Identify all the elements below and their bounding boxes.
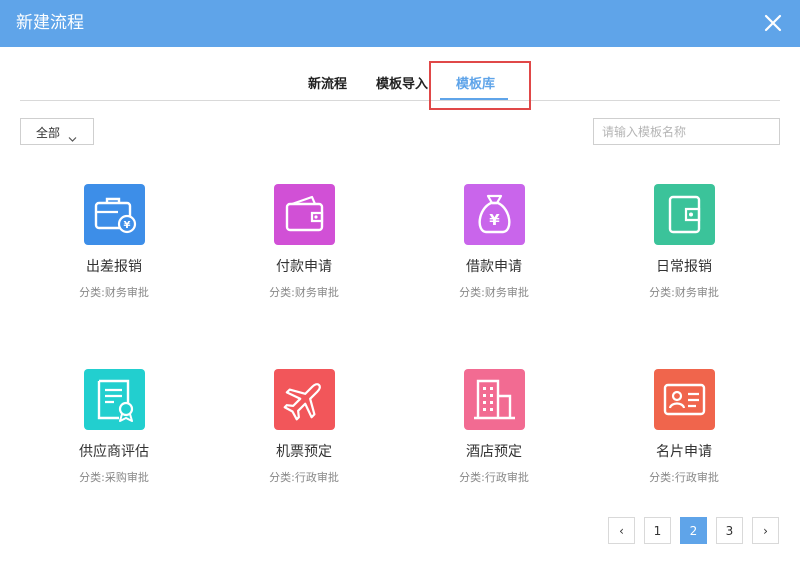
template-name: 付款申请	[276, 259, 332, 275]
close-icon[interactable]	[760, 10, 786, 36]
tab-bar: 新流程 模板导入 模板库	[20, 60, 780, 101]
highlight-annotation	[429, 61, 531, 110]
tab-template-import[interactable]: 模板导入	[376, 76, 428, 94]
template-category: 分类:财务审批	[459, 286, 529, 299]
template-card-supplier-evaluation[interactable]: 供应商评估 分类:采购审批	[34, 369, 194, 519]
next-page-button[interactable]: ›	[752, 517, 779, 544]
template-name: 酒店预定	[466, 444, 522, 460]
template-name: 出差报销	[86, 259, 142, 275]
template-category: 分类:行政审批	[269, 471, 339, 484]
template-card-travel-expense[interactable]: ¥ 出差报销 分类:财务审批	[34, 184, 194, 334]
page-1-button[interactable]: 1	[644, 517, 671, 544]
wallet-card-icon	[654, 184, 715, 245]
template-name: 机票预定	[276, 444, 332, 460]
page-3-button[interactable]: 3	[716, 517, 743, 544]
tab-new-flow[interactable]: 新流程	[308, 76, 347, 94]
template-search-input[interactable]	[593, 118, 780, 145]
template-name: 日常报销	[656, 259, 712, 275]
dialog-header: 新建流程	[0, 0, 800, 47]
template-category: 分类:财务审批	[649, 286, 719, 299]
svg-text:¥: ¥	[124, 220, 131, 231]
id-card-icon	[654, 369, 715, 430]
template-category: 分类:行政审批	[649, 471, 719, 484]
svg-text:¥: ¥	[489, 211, 500, 229]
dialog-title: 新建流程	[16, 13, 84, 33]
certificate-icon	[84, 369, 145, 430]
template-category: 分类:行政审批	[459, 471, 529, 484]
wallet-icon	[274, 184, 335, 245]
airplane-icon	[274, 369, 335, 430]
template-name: 借款申请	[466, 259, 522, 275]
template-card-daily-expense[interactable]: 日常报销 分类:财务审批	[604, 184, 764, 334]
category-filter-dropdown[interactable]: 全部	[20, 118, 94, 145]
template-card-payment-request[interactable]: 付款申请 分类:财务审批	[224, 184, 384, 334]
building-icon	[464, 369, 525, 430]
template-card-loan-request[interactable]: ¥ 借款申请 分类:财务审批	[414, 184, 574, 334]
filter-selected-value: 全部	[36, 126, 61, 140]
page-2-button[interactable]: 2	[680, 517, 707, 544]
chevron-down-icon	[68, 128, 77, 142]
template-category: 分类:财务审批	[79, 286, 149, 299]
template-name: 名片申请	[656, 444, 712, 460]
template-category: 分类:财务审批	[269, 286, 339, 299]
template-card-business-card-request[interactable]: 名片申请 分类:行政审批	[604, 369, 764, 519]
template-name: 供应商评估	[79, 444, 149, 460]
prev-page-button[interactable]: ‹	[608, 517, 635, 544]
briefcase-yen-icon: ¥	[84, 184, 145, 245]
template-card-hotel-booking[interactable]: 酒店预定 分类:行政审批	[414, 369, 574, 519]
template-card-flight-booking[interactable]: 机票预定 分类:行政审批	[224, 369, 384, 519]
money-bag-icon: ¥	[464, 184, 525, 245]
template-category: 分类:采购审批	[79, 471, 149, 484]
